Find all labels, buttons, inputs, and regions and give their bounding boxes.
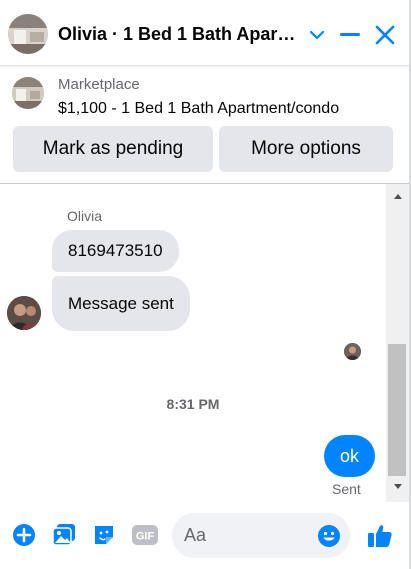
outgoing-message-bubble[interactable]: ok <box>324 435 375 477</box>
message-text: Message sent <box>68 293 174 313</box>
contact-avatar[interactable] <box>7 296 41 330</box>
scrollbar-thumb[interactable] <box>388 344 406 476</box>
scroll-down-arrow-icon[interactable] <box>386 480 409 492</box>
emoji-icon[interactable] <box>317 524 341 548</box>
close-icon[interactable] <box>370 20 400 50</box>
incoming-message-bubble[interactable]: Message sent <box>52 276 190 331</box>
message-text: ok <box>339 445 359 466</box>
chevron-down-icon[interactable] <box>302 20 332 50</box>
message-list[interactable]: Olivia 8169473510 Message sent 8:31 PM o… <box>0 184 386 502</box>
chat-title[interactable]: Olivia · 1 Bed 1 Bath Apartment/condo <box>58 24 298 45</box>
gallery-icon[interactable] <box>51 522 77 548</box>
mark-as-pending-button[interactable]: Mark as pending <box>13 126 213 172</box>
message-timestamp: 8:31 PM <box>166 396 220 412</box>
gif-label: GIF <box>136 531 155 543</box>
like-icon[interactable] <box>366 522 394 548</box>
listing-avatar[interactable] <box>8 14 48 54</box>
chat-window: Olivia · 1 Bed 1 Bath Apartment/condo Ma… <box>0 0 409 569</box>
minimize-icon[interactable] <box>335 20 365 50</box>
listing-title[interactable]: $1,100 - 1 Bed 1 Bath Apartment/condo <box>58 100 339 118</box>
seen-avatar <box>344 343 361 360</box>
more-options-button[interactable]: More options <box>219 126 393 172</box>
listing-thumbnail[interactable] <box>12 77 44 109</box>
message-text: 8169473510 <box>68 241 163 260</box>
message-input-container <box>172 513 350 558</box>
sent-status: Sent <box>332 481 361 497</box>
message-input[interactable] <box>184 513 314 558</box>
marketplace-label: Marketplace <box>58 76 140 93</box>
sticker-icon[interactable] <box>91 522 117 548</box>
incoming-message-bubble[interactable]: 8169473510 <box>52 230 179 272</box>
gif-icon[interactable]: GIF <box>131 522 159 548</box>
sender-name: Olivia <box>67 208 103 224</box>
plus-icon[interactable] <box>11 522 37 548</box>
scroll-up-arrow-icon[interactable] <box>386 190 409 202</box>
scrollbar[interactable] <box>386 184 409 502</box>
composer-bar: GIF <box>0 502 409 569</box>
chat-header: Olivia · 1 Bed 1 Bath Apartment/condo <box>0 0 409 66</box>
